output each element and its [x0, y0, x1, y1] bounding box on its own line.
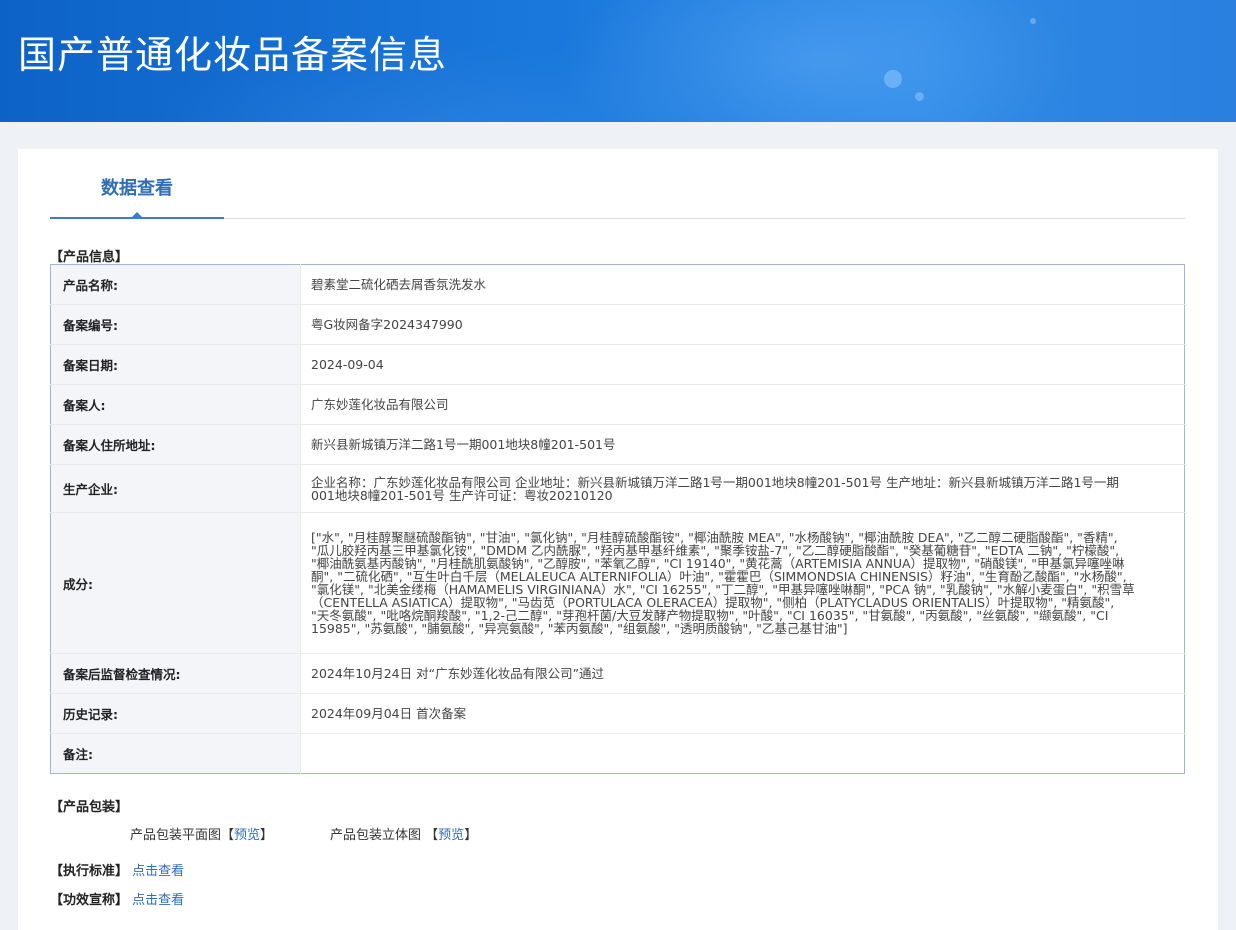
packaging-3d-item: 产品包装立体图 【预览】 [330, 824, 477, 843]
header-bubble [884, 70, 902, 88]
page-title: 国产普通化妆品备案信息 [18, 33, 448, 77]
efficacy-label: 【功效宣称】 [50, 893, 129, 908]
table-row: 生产企业: 企业名称：广东妙莲化妆品有限公司 企业地址：新兴县新城镇万洋二路1号… [50, 464, 1185, 513]
bracket-close: 】 [464, 828, 478, 843]
efficacy-row: 【功效宣称】 点击查看 [50, 889, 184, 908]
header-bubble [915, 92, 924, 101]
remarks-value [301, 734, 1185, 774]
bracket-open: 【 [221, 828, 235, 843]
site-header: 国产普通化妆品备案信息 [0, 0, 1236, 122]
packaging-flat-item: 产品包装平面图【预览】 [130, 824, 273, 843]
filer-address-value: 新兴县新城镇万洋二路1号一期001地块8幢201-501号 [300, 424, 1185, 465]
content-card: 数据查看 【产品信息】 产品名称: 碧素堂二硫化硒去屑香氛洗发水 备案编号: 粤… [18, 149, 1218, 930]
packaging-3d-label: 产品包装立体图 [330, 828, 422, 843]
row-label: 备案人: [50, 384, 301, 425]
row-label: 历史记录: [50, 693, 301, 734]
table-row: 备案人住所地址: 新兴县新城镇万洋二路1号一期001地块8幢201-501号 [50, 424, 1185, 465]
table-row: 备案后监督检查情况: 2024年10月24日 对“广东妙莲化妆品有限公司”通过 [50, 653, 1185, 694]
history-value: 2024年09月04日 首次备案 [300, 693, 1185, 734]
row-label: 备案编号: [50, 304, 301, 345]
bracket-open: 【 [425, 828, 439, 843]
packaging-section-title: 【产品包装】 [50, 800, 129, 815]
tab-data-view[interactable]: 数据查看 [50, 149, 224, 219]
product-info-table: 产品名称: 碧素堂二硫化硒去屑香氛洗发水 备案编号: 粤G妆网备字2024347… [50, 264, 1185, 774]
packaging-flat-preview-link[interactable]: 预览 [234, 828, 260, 843]
table-row: 备注: [50, 733, 1185, 774]
product-info-section-title: 【产品信息】 [50, 250, 129, 265]
filer-value: 广东妙莲化妆品有限公司 [300, 384, 1185, 425]
standard-row: 【执行标准】 点击查看 [50, 860, 184, 879]
table-row: 成分: ["水", "月桂醇聚醚硫酸酯钠", "甘油", "氯化钠", "月桂醇… [50, 512, 1185, 654]
table-row: 备案编号: 粤G妆网备字2024347990 [50, 304, 1185, 345]
standard-view-link[interactable]: 点击查看 [132, 864, 184, 879]
row-label: 生产企业: [50, 464, 301, 513]
active-tab-indicator [131, 212, 143, 218]
standard-label: 【执行标准】 [50, 864, 129, 879]
table-row: 产品名称: 碧素堂二硫化硒去屑香氛洗发水 [50, 264, 1185, 305]
table-row: 备案人: 广东妙莲化妆品有限公司 [50, 384, 1185, 425]
header-bubble [1030, 18, 1036, 24]
row-label: 备注: [50, 733, 301, 774]
table-row: 历史记录: 2024年09月04日 首次备案 [50, 693, 1185, 734]
filing-date-value: 2024-09-04 [300, 344, 1185, 385]
row-label: 产品名称: [50, 264, 301, 305]
row-label: 成分: [50, 512, 301, 654]
tab-bar: 数据查看 [50, 149, 1185, 219]
inspection-value: 2024年10月24日 对“广东妙莲化妆品有限公司”通过 [300, 653, 1185, 694]
ingredients-value: ["水", "月桂醇聚醚硫酸酯钠", "甘油", "氯化钠", "月桂醇硫酸酯铵… [300, 512, 1185, 654]
packaging-flat-label: 产品包装平面图 [130, 828, 222, 843]
table-row: 备案日期: 2024-09-04 [50, 344, 1185, 385]
filing-number-value: 粤G妆网备字2024347990 [300, 304, 1185, 345]
row-label: 备案日期: [50, 344, 301, 385]
row-label: 备案人住所地址: [50, 424, 301, 465]
row-label: 备案后监督检查情况: [50, 653, 301, 694]
packaging-3d-preview-link[interactable]: 预览 [438, 828, 464, 843]
bracket-close: 】 [260, 828, 274, 843]
manufacturer-value: 企业名称：广东妙莲化妆品有限公司 企业地址：新兴县新城镇万洋二路1号一期001地… [300, 464, 1185, 513]
header-decoration [560, 0, 1080, 122]
product-name-value: 碧素堂二硫化硒去屑香氛洗发水 [300, 264, 1185, 305]
efficacy-view-link[interactable]: 点击查看 [132, 893, 184, 908]
